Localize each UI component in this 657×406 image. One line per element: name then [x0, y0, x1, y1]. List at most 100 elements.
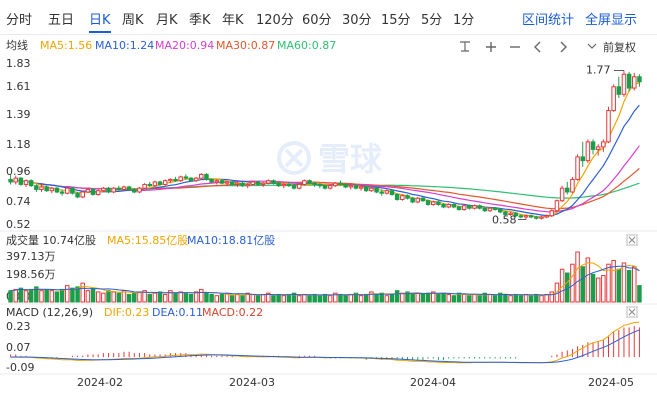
volume-bar — [461, 293, 467, 303]
candle-body — [394, 193, 400, 200]
candle-body — [95, 190, 101, 195]
candle-body — [374, 187, 379, 193]
volume-bar — [451, 295, 457, 303]
candle-body — [44, 186, 49, 192]
volume-bar — [327, 295, 333, 303]
volume-bar — [173, 292, 178, 303]
candle-body — [333, 182, 338, 187]
candle-body — [291, 185, 297, 189]
candle-body — [126, 186, 132, 190]
candle-body — [430, 201, 436, 205]
volume-bar — [219, 293, 225, 303]
candle-body — [59, 191, 65, 194]
macd-panel-close-icon[interactable] — [626, 306, 638, 318]
volume-bar — [204, 292, 209, 303]
candle-body — [152, 181, 158, 187]
volume-bar — [18, 287, 24, 303]
volume-bar — [157, 291, 163, 303]
volume-bar — [410, 293, 415, 303]
ma-section-label: 均线 — [6, 38, 28, 52]
candle-body — [260, 182, 266, 185]
candle-body — [240, 182, 245, 187]
candle-body — [611, 86, 616, 112]
candle-body — [544, 215, 549, 218]
zoom-in-icon[interactable] — [486, 42, 496, 52]
candle-body — [178, 176, 183, 182]
volume-bar — [235, 293, 240, 303]
min-price-label: 0.58 — [492, 213, 517, 226]
candle-body — [467, 205, 472, 209]
volume-bar — [425, 292, 431, 303]
volume-bar — [580, 266, 585, 303]
candle-body — [250, 181, 256, 185]
volume-bar — [101, 292, 106, 303]
candle-body — [85, 188, 91, 193]
candle-body — [477, 205, 482, 209]
scroll-right-icon[interactable] — [560, 41, 567, 53]
candle-body — [585, 141, 591, 162]
macd-label: MACD (12,26,9) — [6, 306, 93, 319]
candle-body — [80, 191, 85, 198]
candle-body — [302, 180, 307, 185]
candle-body — [518, 215, 524, 218]
volume-bar — [8, 290, 13, 303]
candle-body — [343, 183, 348, 188]
candle-body — [554, 200, 560, 212]
macd-tick: 0.07 — [6, 341, 31, 354]
volume-bar — [518, 295, 524, 303]
candle-body — [539, 216, 544, 219]
volume-bar — [477, 295, 482, 303]
volume-bar — [106, 290, 111, 303]
volume-bar — [513, 293, 518, 303]
candle-body — [229, 181, 235, 185]
candle-body — [193, 177, 199, 182]
adjust-dropdown[interactable]: 前复权 — [587, 40, 636, 54]
candle-body — [616, 86, 622, 95]
volume-bar — [229, 295, 235, 303]
volume-bar — [467, 295, 472, 303]
volume-bar — [616, 268, 622, 303]
candle-body — [54, 187, 60, 193]
volume-bar — [49, 290, 55, 303]
volume-panel-close-icon[interactable] — [626, 234, 638, 246]
volume-bar — [85, 290, 91, 303]
x-axis-label: 2024-02 — [77, 376, 123, 389]
candle-body — [162, 180, 168, 185]
candle-body — [219, 180, 225, 184]
candle-body — [307, 180, 312, 184]
volume-bar — [70, 287, 75, 303]
candle-body — [472, 205, 477, 209]
svg-text:雪球: 雪球 — [318, 140, 383, 178]
macd-value-label: MACD:0.22 — [202, 306, 263, 319]
stock-chart[interactable]: 雪球 均线 MA5:1.56 MA10:1.24 MA20:0.94 MA30:… — [0, 0, 657, 406]
volume-bar — [508, 295, 513, 303]
ma-settings-icon[interactable] — [460, 41, 470, 52]
candle-body — [271, 180, 276, 184]
candle-body — [487, 207, 493, 212]
scroll-left-icon[interactable] — [534, 41, 541, 53]
volume-bar — [358, 295, 364, 303]
volume-bar — [544, 293, 549, 303]
price-tick: 0.52 — [6, 218, 31, 231]
candle-body — [39, 186, 44, 190]
candle-body — [13, 177, 18, 183]
ma20-label: MA20:0.94 — [155, 39, 214, 52]
volume-bar — [472, 293, 477, 303]
candle-body — [90, 188, 96, 195]
candle-body — [281, 183, 287, 187]
volume-bar — [621, 262, 627, 303]
volume-bar — [585, 257, 591, 303]
volume-bar — [276, 293, 281, 303]
volume-bar — [183, 292, 189, 303]
volume-bar — [250, 293, 256, 303]
x-axis-label: 2024-04 — [410, 376, 456, 389]
volume-bar — [415, 292, 421, 303]
volume-bar — [162, 293, 168, 303]
volume-bar — [374, 293, 379, 303]
candle-body — [276, 182, 281, 187]
candle-body — [570, 178, 575, 193]
volume-bar — [39, 290, 44, 303]
price-tick: 1.61 — [6, 80, 31, 93]
volume-bar — [286, 293, 292, 303]
candle-body — [214, 180, 220, 183]
